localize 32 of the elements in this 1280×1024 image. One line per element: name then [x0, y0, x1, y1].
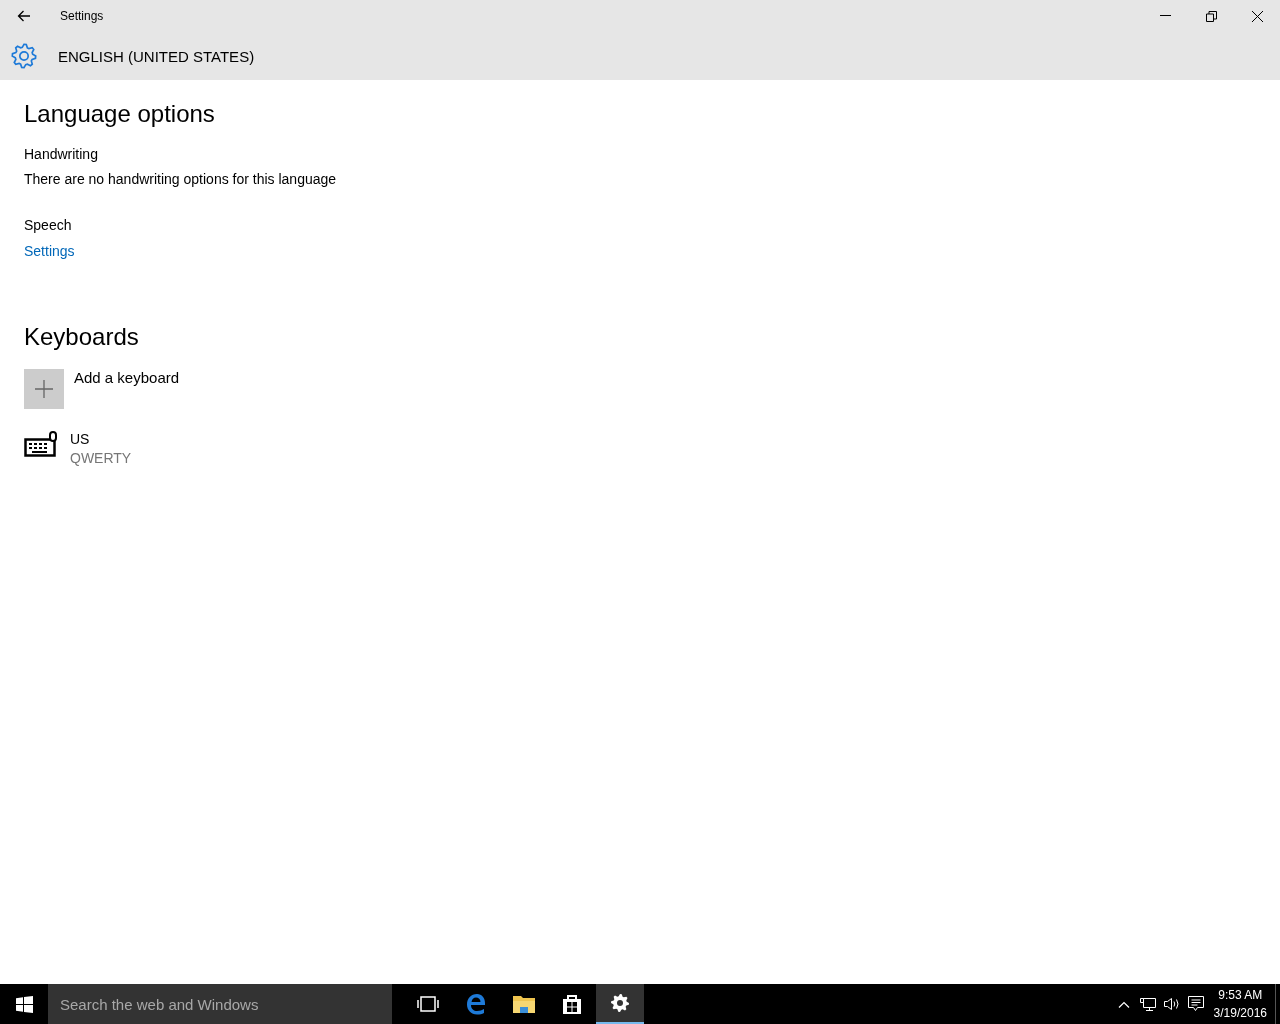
keyboard-layout: QWERTY: [70, 450, 132, 466]
taskbar-app-button[interactable]: [596, 984, 644, 1024]
windows-logo-icon: [15, 995, 33, 1013]
clock-date[interactable]: 3/19/2016: [1213, 1004, 1267, 1022]
close-icon: [1251, 10, 1263, 22]
setting-description: There are no handwriting options for this language: [24, 171, 338, 187]
browser-e-icon: [465, 993, 487, 1015]
minimize-icon: [1159, 15, 1171, 17]
message-icon: [1187, 996, 1204, 1012]
shopping-bag-icon: [562, 993, 582, 1015]
settings-icon: [610, 993, 630, 1013]
folder-icon: [512, 994, 536, 1014]
keyboard-icon: [24, 431, 58, 457]
search-field[interactable]: Search the web and Windows: [48, 984, 392, 1024]
section-heading: Keyboards: [24, 323, 140, 351]
back-arrow-icon: [17, 10, 31, 22]
keyboard-name: US: [70, 431, 91, 447]
settings-link[interactable]: Settings: [24, 243, 75, 259]
setting-label: Speech: [24, 217, 73, 233]
restore-icon: [1205, 10, 1217, 22]
section-heading: Language options: [24, 100, 216, 128]
speaker-icon: [1163, 997, 1181, 1011]
page-title: ENGLISH (UNITED STATES): [58, 47, 255, 65]
task-view-icon: [417, 996, 439, 1012]
settings-icon: [11, 43, 37, 69]
setting-label: Handwriting: [24, 146, 99, 162]
add-keyboard-label[interactable]: Add a keyboard: [74, 369, 180, 386]
window-title: Settings: [60, 9, 105, 23]
chevron-up-icon: [1117, 1000, 1130, 1008]
plus-icon: [35, 380, 53, 398]
clock-time[interactable]: 9:53 AM: [1213, 986, 1267, 1004]
network-icon: [1139, 996, 1156, 1012]
